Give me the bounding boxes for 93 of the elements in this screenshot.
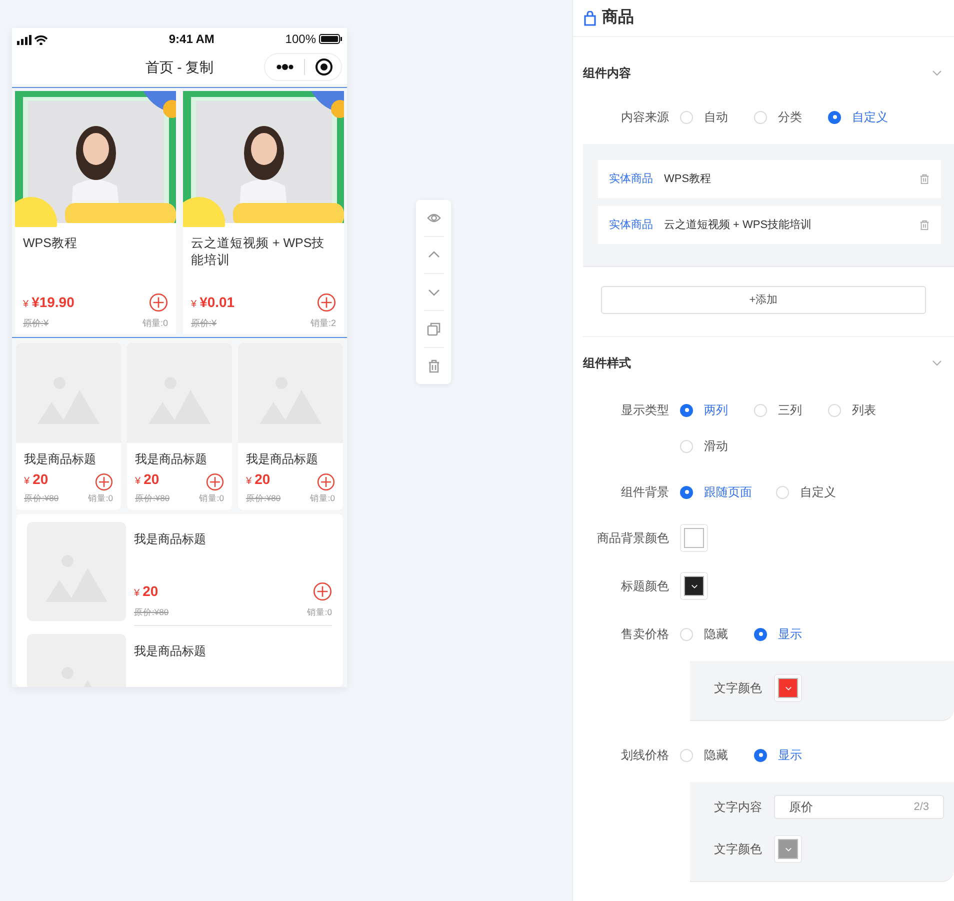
color-picker[interactable]: [774, 674, 802, 702]
product-title: 云之道短视频 + WPS技能培训: [191, 235, 326, 269]
more-icon[interactable]: [276, 64, 294, 70]
sales-count: 销量:0: [310, 492, 335, 505]
shopping-bag-icon: [583, 10, 597, 26]
page-title: 首页 - 复制: [145, 58, 214, 76]
field-label: 划线价格: [620, 747, 670, 764]
selected-product-row[interactable]: 实体商品 WPS教程: [598, 160, 941, 198]
original-price: 原价:¥80: [135, 492, 170, 505]
collapse-chevron-icon[interactable]: [932, 360, 942, 366]
product-card[interactable]: 我是商品标题 ¥ 20 原价:¥80 销量:0: [238, 343, 343, 510]
radio-option[interactable]: 两列: [680, 398, 754, 422]
copy-icon[interactable]: [426, 322, 440, 336]
text-input-field[interactable]: 原价 2/3: [774, 795, 944, 819]
collapse-chevron-icon[interactable]: [932, 70, 942, 76]
add-to-cart-icon[interactable]: [317, 473, 335, 491]
status-time: 9:41 AM: [168, 31, 214, 48]
section-title: 组件内容: [583, 65, 631, 82]
price: ¥ 20: [24, 470, 48, 488]
product-title: 我是商品标题: [135, 451, 208, 467]
price: ¥ 20: [246, 470, 270, 488]
sales-count: 销量:0: [198, 492, 224, 505]
product-title: 我是商品标题: [24, 451, 97, 467]
product-card[interactable]: 云之道短视频 + WPS技能培训 ¥ ¥0.01 原价:¥ 销量:2: [183, 91, 344, 334]
dropdown-chevron-icon: [784, 846, 792, 852]
radio-option[interactable]: 隐藏: [680, 743, 754, 767]
product-title: WPS教程: [23, 235, 78, 252]
field-label: 商品背景颜色: [596, 530, 670, 547]
price: ¥ 20: [135, 470, 160, 488]
field-label: 标题颜色: [620, 578, 670, 595]
radio-option[interactable]: 自定义: [828, 105, 912, 129]
radio-option[interactable]: 自定义: [776, 480, 860, 504]
add-to-cart-icon[interactable]: [313, 582, 332, 601]
selected-product-row[interactable]: 实体商品 云之道短视频 + WPS技能培训: [598, 206, 941, 244]
color-picker[interactable]: [680, 524, 708, 552]
field-label: 文字内容: [714, 799, 763, 816]
add-to-cart-icon[interactable]: [149, 292, 168, 312]
radio-option[interactable]: 隐藏: [680, 622, 754, 646]
section-title: 组件样式: [583, 355, 631, 372]
product-type-tag: 实体商品: [609, 170, 653, 188]
sales-count: 销量:0: [88, 492, 113, 505]
product-card[interactable]: 我是商品标题 ¥ 20 原价:¥80 销量:0: [16, 343, 121, 510]
field-label: 文字颜色: [714, 841, 763, 858]
add-to-cart-icon[interactable]: [95, 473, 113, 491]
field-label: 文字颜色: [714, 680, 763, 697]
field-label: 组件背景: [620, 484, 670, 501]
product-title: 我是商品标题: [134, 530, 207, 548]
field-label: 显示类型: [620, 402, 670, 419]
character-count: 2/3: [914, 800, 929, 815]
radio-option[interactable]: 显示: [754, 622, 828, 646]
sales-count: 销量:0: [142, 316, 168, 330]
price: ¥ ¥0.01: [191, 292, 235, 312]
product-name: WPS教程: [664, 172, 712, 187]
radio-option[interactable]: 显示: [754, 743, 828, 767]
field-label: 售卖价格: [620, 626, 670, 643]
radio-option[interactable]: 跟随页面: [680, 480, 776, 504]
add-to-cart-icon[interactable]: [206, 473, 224, 491]
original-price: 原价:¥: [191, 316, 217, 330]
product-card[interactable]: WPS教程 ¥ ¥19.90 原价:¥ 销量:0: [15, 91, 176, 334]
product-title: 我是商品标题: [134, 642, 207, 660]
close-target-icon[interactable]: [315, 58, 333, 76]
battery-icon: [319, 34, 342, 44]
visibility-eye-icon[interactable]: [426, 211, 440, 225]
dropdown-chevron-icon: [690, 584, 698, 588]
panel-title: 商品: [602, 7, 634, 28]
color-picker[interactable]: [680, 572, 708, 600]
delete-icon[interactable]: [919, 219, 930, 231]
delete-icon[interactable]: [919, 173, 930, 185]
price: ¥ 20: [134, 582, 158, 601]
delete-icon[interactable]: [426, 359, 440, 373]
field-label: 内容来源: [620, 109, 670, 126]
sales-count: 销量:0: [306, 606, 332, 619]
original-price: 原价:¥80: [246, 492, 281, 505]
dropdown-chevron-icon: [784, 686, 792, 690]
radio-option[interactable]: 三列: [754, 398, 828, 422]
battery-percent: 100%: [285, 31, 316, 48]
add-button[interactable]: +添加: [601, 286, 926, 314]
radio-option[interactable]: 自动: [680, 105, 754, 129]
product-card[interactable]: 我是商品标题 ¥ 20 原价:¥80 销量:0: [127, 343, 232, 510]
radio-option[interactable]: 滑动: [680, 434, 754, 458]
radio-option[interactable]: 列表: [828, 398, 902, 422]
price: ¥ ¥19.90: [23, 292, 74, 312]
color-picker[interactable]: [774, 835, 802, 863]
sales-count: 销量:2: [310, 316, 336, 330]
add-to-cart-icon[interactable]: [317, 292, 336, 312]
original-price: 原价:¥80: [134, 606, 169, 619]
product-title: 我是商品标题: [246, 451, 319, 467]
product-name: 云之道短视频 + WPS技能培训: [664, 218, 813, 233]
signal-wifi-icon: [17, 34, 48, 44]
radio-option[interactable]: 分类: [754, 105, 828, 129]
original-price: 原价:¥: [23, 316, 49, 330]
product-type-tag: 实体商品: [609, 216, 653, 234]
original-price: 原价:¥80: [24, 492, 59, 505]
